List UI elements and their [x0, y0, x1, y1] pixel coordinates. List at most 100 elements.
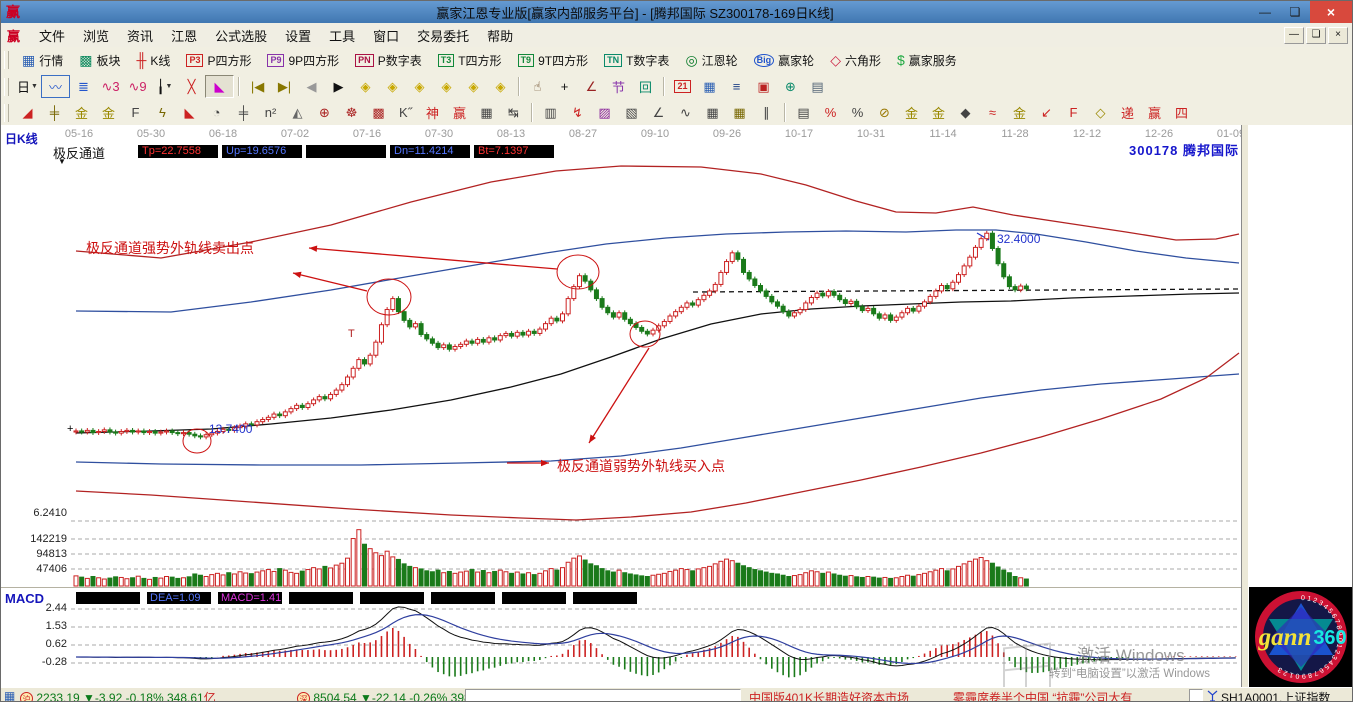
draw-icon-28[interactable]: ∥	[753, 102, 780, 123]
toolbar-button-p-square[interactable]: P3P四方形	[178, 49, 259, 71]
toolbar-button-quotes[interactable]: ▦行情	[14, 49, 71, 71]
draw-icon-10[interactable]: ◭	[284, 102, 311, 123]
restore-button[interactable]: ❏	[1280, 1, 1310, 23]
draw-icon-43[interactable]: 赢	[1141, 102, 1168, 123]
draw-icon-25[interactable]: ∿	[672, 102, 699, 123]
draw-icon-8[interactable]: ╪	[230, 102, 257, 123]
toolbar-button-t-number-table[interactable]: TNT数字表	[596, 49, 677, 71]
draw-icon-38[interactable]: 金	[1006, 102, 1033, 123]
draw-icon-27[interactable]: ▦	[726, 102, 753, 123]
nav-first-bar[interactable]: |◀	[244, 76, 271, 97]
draw-icon-9[interactable]: n²	[257, 102, 284, 123]
draw-icon-34[interactable]: 金	[898, 102, 925, 123]
draw-icon-26[interactable]: ▦	[699, 102, 726, 123]
draw-icon-16[interactable]: 赢	[446, 102, 473, 123]
draw-icon-3[interactable]: 金	[95, 102, 122, 123]
nav-chart-type[interactable]: 日▼	[14, 76, 41, 97]
draw-icon-20[interactable]: ▥	[537, 102, 564, 123]
draw-icon-37[interactable]: ≈	[979, 102, 1006, 123]
menu-item-2[interactable]: 资讯	[118, 24, 162, 47]
draw-icon-2[interactable]: 金	[68, 102, 95, 123]
nav-diamond-left[interactable]: ◈	[352, 76, 379, 97]
draw-icon-23[interactable]: ▧	[618, 102, 645, 123]
draw-icon-15[interactable]: 神	[419, 102, 446, 123]
menu-item-6[interactable]: 工具	[320, 24, 364, 47]
draw-icon-24[interactable]: ∠	[645, 102, 672, 123]
toolbar-grip[interactable]	[4, 104, 9, 122]
draw-icon-42[interactable]: 递	[1114, 102, 1141, 123]
nav-prev-bar[interactable]: ◀	[298, 76, 325, 97]
draw-icon-30[interactable]: ▤	[790, 102, 817, 123]
draw-icon-21[interactable]: ↯	[564, 102, 591, 123]
nav-angle-tool[interactable]: ∠	[578, 76, 605, 97]
draw-icon-41[interactable]: ◇	[1087, 102, 1114, 123]
draw-icon-31[interactable]: %	[817, 102, 844, 123]
nav-notes-view[interactable]: ≣	[70, 76, 97, 97]
news-ticker-1[interactable]: 中国版401K长期造好资本市场	[749, 689, 909, 702]
nav-festival-tool[interactable]: 节	[605, 76, 632, 97]
draw-icon-5[interactable]: ϟ	[149, 102, 176, 123]
nav-calculator[interactable]: ▦	[696, 76, 723, 97]
nav-last-bar[interactable]: ▶|	[271, 76, 298, 97]
menu-item-4[interactable]: 公式选股	[206, 24, 276, 47]
nav-system[interactable]: ▤	[804, 76, 831, 97]
menu-item-0[interactable]: 文件	[30, 24, 74, 47]
toolbar-button-9t-square[interactable]: T99T四方形	[510, 49, 597, 71]
toolbar-button-sectors[interactable]: ▩板块	[71, 49, 128, 71]
draw-icon-40[interactable]: F	[1060, 102, 1087, 123]
draw-icon-18[interactable]: ↹	[500, 102, 527, 123]
draw-icon-36[interactable]: ◆	[952, 102, 979, 123]
nav-memo[interactable]: ≡	[723, 76, 750, 97]
menu-item-3[interactable]: 江恩	[162, 24, 206, 47]
mdi-restore-button[interactable]: ❏	[1306, 27, 1326, 44]
nav-maze-tool[interactable]: 回	[632, 76, 659, 97]
draw-icon-0[interactable]: ◢	[14, 102, 41, 123]
nav-channel-display[interactable]: ◣	[205, 75, 234, 98]
sh-index-group[interactable]: 沪 2233.19 ▼-3.92 -0.18% 348.61亿	[20, 689, 216, 702]
toolbar-button-hexagon[interactable]: ◇六角形	[822, 49, 889, 71]
draw-icon-6[interactable]: ◣	[176, 102, 203, 123]
nav-crosshair-tool[interactable]: +	[551, 76, 578, 97]
nav-candle-style[interactable]: ╽▼	[151, 76, 178, 97]
news-ticker-2[interactable]: 雾霾席卷半个中国 “抗霾”公司大有	[953, 689, 1132, 702]
menu-item-1[interactable]: 浏览	[74, 24, 118, 47]
menu-item-7[interactable]: 窗口	[364, 24, 408, 47]
nav-wave-view[interactable]: 〰	[41, 75, 70, 98]
nav-export[interactable]: ⊕	[777, 76, 804, 97]
nav-diamond-all[interactable]: ◈	[487, 76, 514, 97]
nav-diamond-right[interactable]: ◈	[379, 76, 406, 97]
nav-diamond-cross[interactable]: ◈	[433, 76, 460, 97]
toolbar-button-kline[interactable]: ╫K线	[129, 49, 179, 71]
draw-icon-32[interactable]: %	[844, 102, 871, 123]
nav-hand-tool[interactable]: ☝	[524, 76, 551, 97]
nav-next-bar[interactable]: ▶	[325, 76, 352, 97]
current-symbol-status[interactable]: SH1A0001,上证指数	[1221, 689, 1330, 702]
draw-icon-22[interactable]: ▨	[591, 102, 618, 123]
draw-icon-7[interactable]: ◔	[203, 102, 230, 123]
nav-wave9[interactable]: ∿9	[124, 76, 151, 97]
nav-double-k[interactable]: ╳	[178, 76, 205, 97]
draw-icon-1[interactable]: ╪	[41, 102, 68, 123]
menu-item-5[interactable]: 设置	[276, 24, 320, 47]
toolbar-button-p-number-table[interactable]: PNP数字表	[347, 49, 430, 71]
draw-icon-35[interactable]: 金	[925, 102, 952, 123]
menu-item-9[interactable]: 帮助	[478, 24, 522, 47]
nav-diamond-expand[interactable]: ◈	[460, 76, 487, 97]
draw-icon-12[interactable]: ☸	[338, 102, 365, 123]
draw-icon-11[interactable]: ⊕	[311, 102, 338, 123]
draw-icon-33[interactable]: ⊘	[871, 102, 898, 123]
status-grid-icon[interactable]: ▦	[4, 689, 15, 702]
draw-icon-17[interactable]: ▦	[473, 102, 500, 123]
toolbar-button-gann-wheel[interactable]: ◎江恩轮	[677, 49, 745, 71]
toolbar-button-t-square[interactable]: T3T四方形	[430, 49, 510, 71]
toolbar-grip[interactable]	[4, 51, 9, 69]
draw-icon-39[interactable]: ↙	[1033, 102, 1060, 123]
close-button[interactable]: ×	[1310, 1, 1352, 23]
mdi-close-button[interactable]: ×	[1328, 27, 1348, 44]
toolbar-button-winner-service[interactable]: $赢家服务	[889, 49, 965, 71]
menu-item-8[interactable]: 交易委托	[408, 24, 478, 47]
toolbar-button-winner-wheel[interactable]: Big赢家轮	[746, 49, 823, 71]
toolbar-grip[interactable]	[4, 78, 9, 96]
draw-icon-4[interactable]: F	[122, 102, 149, 123]
draw-icon-44[interactable]: 四	[1168, 102, 1195, 123]
